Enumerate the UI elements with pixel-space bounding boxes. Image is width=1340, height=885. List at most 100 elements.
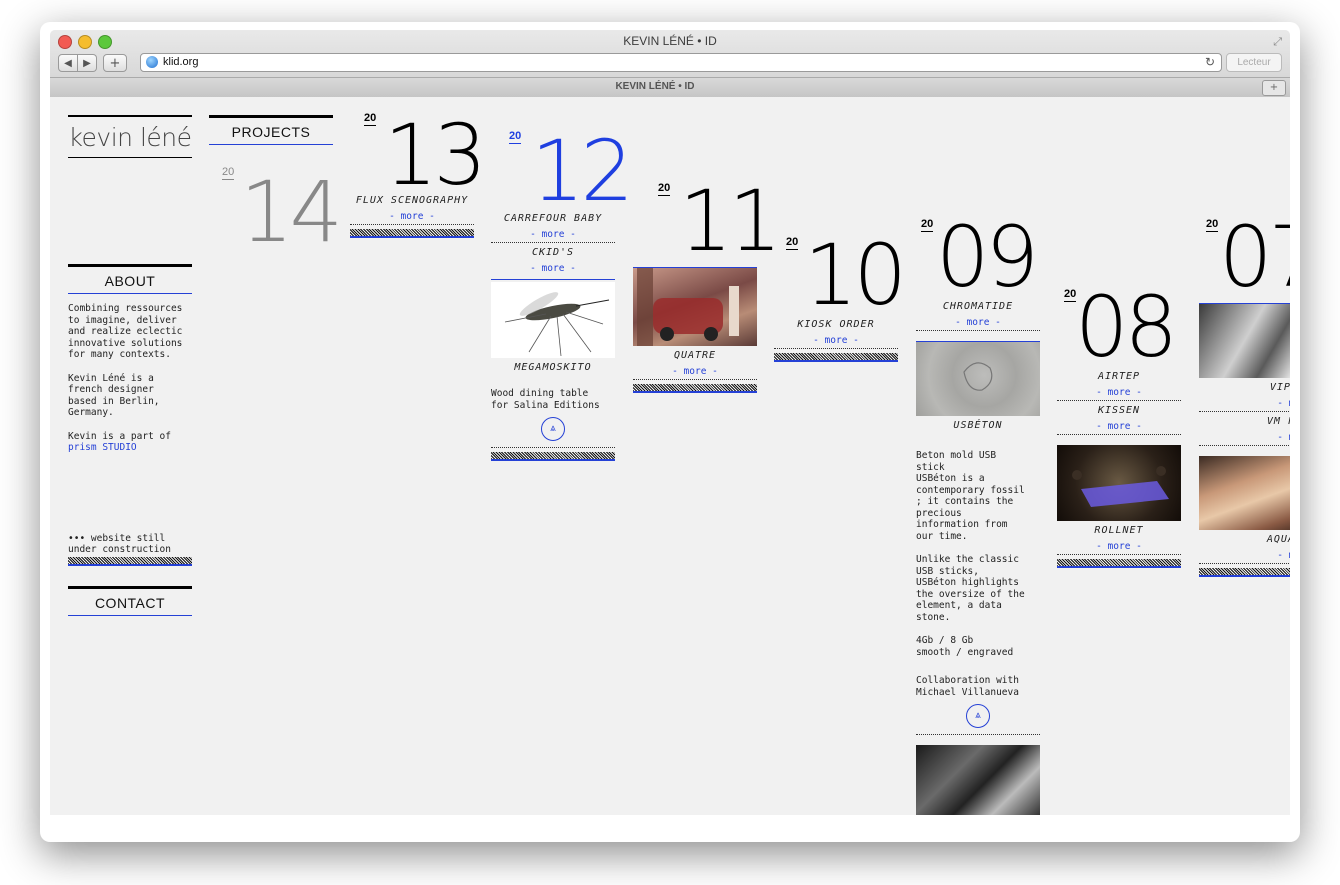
about-text: Combining ressources to imagine, deliver…	[68, 303, 183, 360]
more-link[interactable]: - more -	[1057, 539, 1181, 554]
year-2012[interactable]: 12	[531, 129, 634, 213]
more-link[interactable]: - more -	[1199, 430, 1290, 445]
more-link[interactable]: - more -	[1057, 385, 1181, 400]
new-tab-button[interactable]: +	[1262, 80, 1286, 96]
year-prefix: 20	[658, 182, 671, 196]
project-title[interactable]: CKID'S	[491, 243, 615, 261]
year-2013[interactable]: 13	[384, 113, 487, 197]
divider	[1199, 563, 1290, 564]
project-description: Unlike the classic USB sticks, USBéton h…	[916, 554, 1025, 623]
hatch-divider	[1057, 559, 1181, 568]
project-title[interactable]: KISSEN	[1057, 401, 1181, 419]
divider	[68, 293, 192, 294]
nav-buttons: ◀ ▶ +	[58, 54, 127, 72]
logo-text: kevin léné	[68, 123, 192, 152]
project-title[interactable]: MEGAMOSKITO	[491, 358, 615, 376]
project-description: 4Gb / 8 Gb smooth / engraved	[916, 635, 1014, 658]
usbeton-photo[interactable]	[916, 342, 1040, 416]
fullscreen-icon[interactable]: ⤢	[1273, 35, 1282, 49]
window-title: KEVIN LÉNÉ • ID	[623, 34, 717, 48]
more-link[interactable]: - more -	[633, 364, 757, 379]
salina-logo-icon[interactable]: ⩓	[541, 417, 565, 441]
project-title[interactable]: USBÉTON	[916, 416, 1040, 434]
project-title[interactable]: VIPHONE	[1199, 378, 1290, 396]
more-link[interactable]: - more -	[491, 227, 615, 242]
more-link[interactable]: - more -	[350, 209, 474, 224]
year-prefix: 20	[921, 218, 934, 232]
year-column-2011: 20 11 QUATRE - more -	[633, 179, 782, 393]
hatch-divider	[1199, 568, 1290, 577]
hatch-divider	[774, 353, 898, 362]
reload-icon[interactable]: ↻	[1205, 54, 1215, 71]
divider	[1057, 554, 1181, 555]
quatre-photo[interactable]	[633, 268, 757, 346]
year-prefix: 20	[222, 166, 235, 180]
divider	[1057, 434, 1181, 435]
divider	[350, 224, 474, 225]
year-2014[interactable]: 14	[240, 170, 343, 254]
more-link[interactable]: - more -	[774, 333, 898, 348]
divider	[916, 734, 1040, 735]
add-bookmark-button[interactable]: +	[103, 54, 127, 72]
year-column-2012: 20 12 CARREFOUR BABY - more - CKID'S - m…	[491, 127, 634, 461]
project-title[interactable]: AQUASAND	[1199, 530, 1290, 548]
next-project-photo[interactable]	[916, 745, 1040, 815]
divider	[633, 379, 757, 380]
more-link[interactable]: - more -	[1199, 548, 1290, 563]
active-tab[interactable]: KEVIN LÉNÉ • ID	[50, 81, 1260, 92]
project-description: Wood dining table for Salina Editions	[491, 388, 600, 411]
collaborator-logo-icon[interactable]: ⩓	[966, 704, 990, 728]
project-title[interactable]: QUATRE	[633, 346, 757, 364]
divider	[774, 348, 898, 349]
viphone-photo[interactable]	[1199, 304, 1290, 378]
sidebar: kevin léné ABOUT Combining ressources to…	[68, 115, 192, 616]
projects-column: PROJECTS 20 14	[209, 115, 343, 254]
more-link[interactable]: - more -	[491, 261, 615, 276]
year-column-2007: 20 07 VIPHONE - more - VM FRAME - more -…	[1199, 215, 1290, 577]
reader-button[interactable]: Lecteur	[1226, 53, 1282, 72]
site-logo[interactable]: kevin léné	[68, 117, 192, 157]
part-text: Kevin is a part of	[68, 430, 171, 442]
year-2007[interactable]: 07	[1219, 215, 1290, 299]
aquasand-photo[interactable]	[1199, 456, 1290, 530]
back-button[interactable]: ◀	[58, 54, 78, 72]
more-link[interactable]: - more -	[1199, 396, 1290, 411]
divider	[916, 330, 1040, 331]
tab-bar: KEVIN LÉNÉ • ID +	[50, 77, 1290, 98]
year-prefix: 20	[1206, 218, 1219, 232]
year-column-2010: 20 10 KIOSK ORDER - more -	[774, 233, 907, 362]
bio-text: Kevin Léné is a french designer based in…	[68, 372, 160, 419]
rollnet-photo[interactable]	[1057, 445, 1181, 521]
hatch-divider	[491, 452, 615, 461]
year-2011[interactable]: 11	[679, 179, 782, 263]
project-description: Collaboration with Michael Villanueva	[916, 675, 1019, 698]
contact-heading[interactable]: CONTACT	[68, 589, 192, 615]
year-2009[interactable]: 09	[936, 215, 1039, 299]
year-2008[interactable]: 08	[1075, 285, 1178, 369]
divider	[491, 447, 615, 448]
forward-button[interactable]: ▶	[78, 54, 97, 72]
project-title[interactable]: ROLLNET	[1057, 521, 1181, 539]
project-title[interactable]: VM FRAME	[1199, 412, 1290, 430]
prism-studio-link[interactable]: prism STUDIO	[68, 442, 192, 454]
year-prefix: 20	[509, 130, 522, 144]
megamoskito-photo[interactable]	[491, 282, 615, 358]
about-heading[interactable]: ABOUT	[68, 267, 192, 293]
year-column-2009: 20 09 CHROMATIDE - more - USBÉTON Beton …	[916, 215, 1040, 815]
year-2010[interactable]: 10	[804, 233, 907, 317]
divider	[1199, 445, 1290, 446]
address-bar[interactable]: klid.org ↻	[140, 53, 1222, 72]
divider	[68, 614, 192, 616]
browser-titlebar: KEVIN LÉNÉ • ID ⤢ ◀ ▶ + klid.org ↻ Lecte…	[50, 30, 1290, 103]
more-link[interactable]: - more -	[1057, 419, 1181, 434]
year-column-2008: 20 08 AIRTEP - more - KISSEN - more - RO…	[1057, 285, 1181, 568]
url-text[interactable]: klid.org	[163, 54, 198, 71]
year-column-2013: 20 13 FLUX SCENOGRAPHY - more -	[350, 109, 487, 238]
project-description: Beton mold USB stick USBéton is a contem…	[916, 450, 1025, 542]
divider	[491, 279, 615, 280]
projects-heading[interactable]: PROJECTS	[209, 118, 333, 144]
browser-window: KEVIN LÉNÉ • ID ⤢ ◀ ▶ + klid.org ↻ Lecte…	[50, 30, 1290, 815]
construction-text: ••• website still under construction	[68, 532, 171, 556]
more-link[interactable]: - more -	[916, 315, 1040, 330]
divider	[209, 144, 333, 145]
